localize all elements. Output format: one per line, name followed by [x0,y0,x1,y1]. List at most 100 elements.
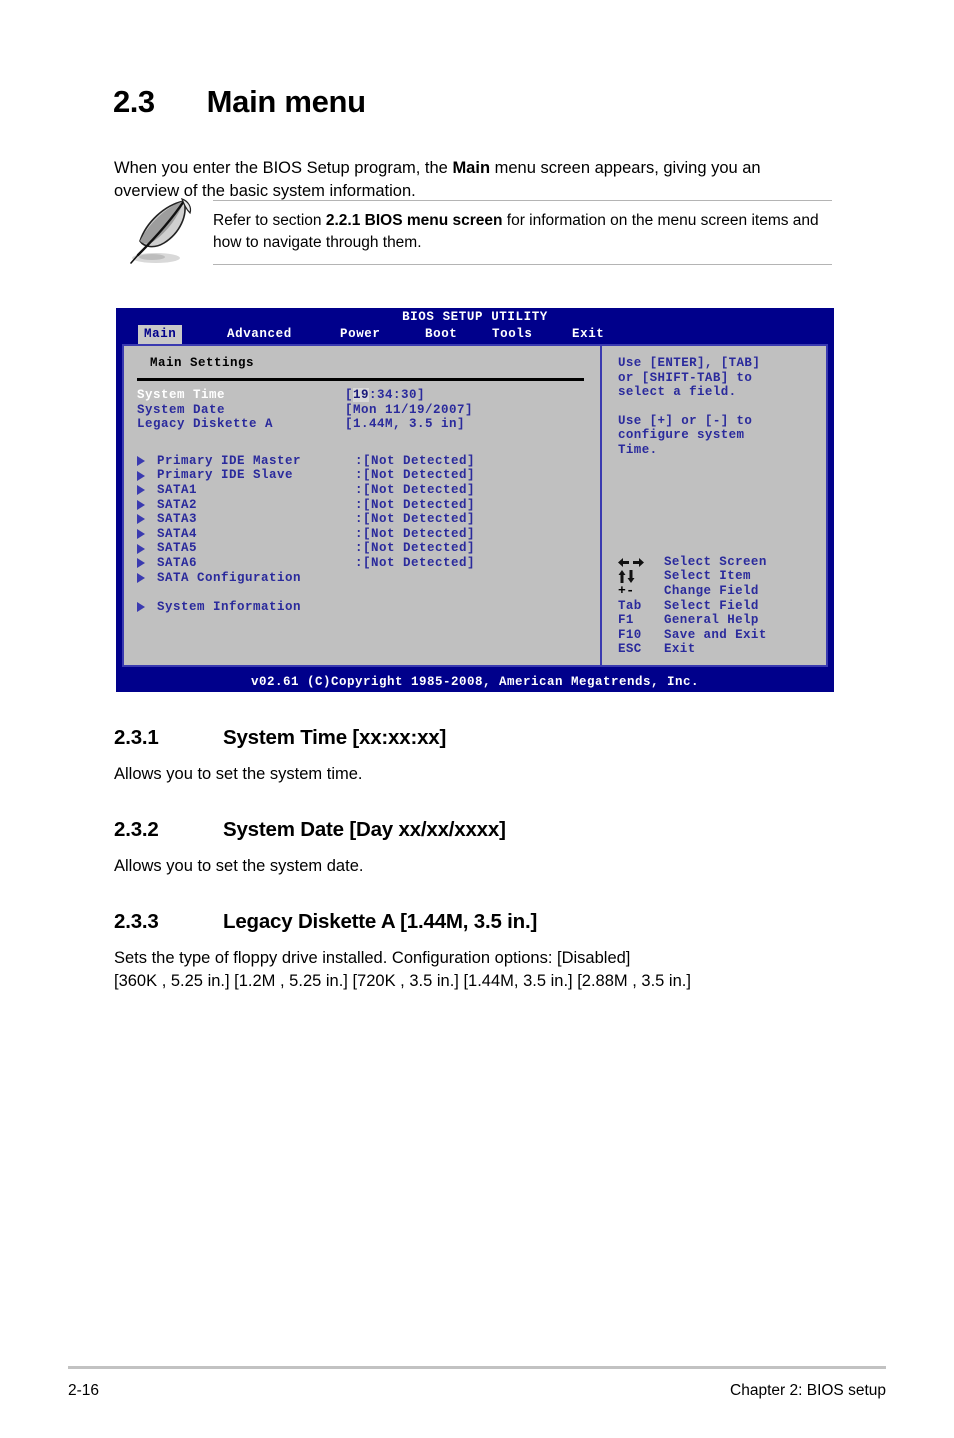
bios-menu-bar: Main Advanced Power Boot Tools Exit [116,325,834,344]
bios-item-value: :[Not Detected] [355,555,476,570]
bios-item-sata6[interactable]: SATA6 :[Not Detected] [124,556,600,571]
note-text-bold: 2.2.1 BIOS menu screen [325,212,503,229]
intro-text-before: When you enter the BIOS Setup program, t… [114,158,453,177]
bios-tab-advanced[interactable]: Advanced [221,325,298,344]
footer-divider [68,1366,886,1369]
bios-panel-divider [137,378,584,381]
bios-help-panel: Use [ENTER], [TAB] or [SHIFT-TAB] to sel… [602,346,826,665]
bios-item-value: :[Not Detected] [355,526,476,541]
bios-value-cursor-hour[interactable]: 19 [353,388,370,402]
subsection-title: Legacy Diskette A [1.44M, 3.5 in.] [223,910,538,933]
bios-item-label: SATA4 [157,526,198,541]
page-footer: 2-16 Chapter 2: BIOS setup [68,1382,886,1400]
triangle-right-icon [137,529,145,540]
bios-tab-main[interactable]: Main [138,325,183,344]
bios-item-label: SATA3 [157,512,198,527]
bios-field-value[interactable]: [Mon 11/19/2007] [345,403,473,418]
subsection-number: 2.3.2 [114,818,159,841]
bios-item-label: Primary IDE Master [157,453,302,468]
bios-item-primary-ide-slave[interactable]: Primary IDE Slave :[Not Detected] [124,468,600,483]
subsection-heading: 2.3.1 System Time [xx:xx:xx] [114,726,834,750]
bios-item-label: Primary IDE Slave [157,468,294,483]
triangle-right-icon [137,602,145,613]
triangle-right-icon [137,499,145,510]
bios-item-value: :[Not Detected] [355,512,476,527]
bios-field-label: System Date [137,402,226,417]
bios-field-list: System Time [19:34:30] System Date [Mon … [124,388,600,432]
bios-item-sata3[interactable]: SATA3 :[Not Detected] [124,512,600,527]
bios-item-value: :[Not Detected] [355,482,476,497]
legend-row-change-field: +- Change Field [618,583,803,599]
subsection-body: Sets the type of floppy drive installed.… [114,949,691,991]
left-right-arrows-glyph [618,557,644,567]
plus-minus-icon: +- [618,583,635,599]
subsection-system-time: 2.3.1 System Time [xx:xx:xx] Allows you … [114,726,834,786]
subsection-system-date: 2.3.2 System Date [Day xx/xx/xxxx] Allow… [114,818,834,878]
bios-tab-exit[interactable]: Exit [566,325,610,344]
triangle-right-icon [137,470,145,481]
note-text-before: Refer to section [213,212,326,229]
bios-item-value: :[Not Detected] [355,468,476,483]
bios-item-sata-configuration[interactable]: SATA Configuration [124,571,600,586]
section-title: Main menu [206,84,367,119]
bios-row-legacy-diskette-a[interactable]: Legacy Diskette A [1.44M, 3.5 in] [124,417,600,432]
legend-row-exit: ESC Exit [618,642,803,657]
bios-drive-list: Primary IDE Master :[Not Detected] Prima… [124,454,600,615]
bios-field-label: Legacy Diskette A [137,417,274,432]
note-bottom-rule [213,263,832,265]
tab-key-icon: Tab [618,598,642,613]
bios-field-value[interactable]: [19:34:30] [345,388,425,403]
bios-item-sata1[interactable]: SATA1 :[Not Detected] [124,483,600,498]
note-text: Refer to section 2.2.1 BIOS menu screen … [213,210,829,255]
legend-desc: Change Field [664,584,759,599]
legend-desc: Select Screen [664,554,767,569]
legend-row-select-field: Tab Select Field [618,599,803,614]
bios-panel-title: Main Settings [150,356,255,370]
up-down-arrows-glyph [618,570,635,584]
note-body: Refer to section 2.2.1 BIOS menu screen … [120,198,832,264]
intro-text-bold: Main [452,158,491,177]
bios-tab-tools[interactable]: Tools [486,325,539,344]
subsection-body: Allows you to set the system time. [114,765,363,783]
quill-pen-icon [130,198,192,264]
left-right-arrows-icon [618,557,664,568]
section-number: 2.3 [113,84,155,119]
subsection-number: 2.3.3 [114,910,159,933]
subsection-body: Allows you to set the system date. [114,857,364,875]
bios-item-sata5[interactable]: SATA5 :[Not Detected] [124,541,600,556]
legend-row-select-item: Select Item [618,569,803,584]
bios-help-paragraph-1: Use [ENTER], [TAB] or [SHIFT-TAB] to sel… [618,356,761,400]
subsection-heading: 2.3.2 System Date [Day xx/xx/xxxx] [114,818,834,842]
legend-row-select-screen: Select Screen [618,555,803,570]
bios-setup-screenshot: BIOS SETUP UTILITY Main Advanced Power B… [116,308,834,692]
f10-key-icon: F10 [618,627,642,642]
footer-chapter: Chapter 2: BIOS setup [730,1382,886,1399]
bios-item-label: SATA Configuration [157,570,302,585]
bios-content-area: Main Settings System Time [19:34:30] Sys… [122,344,828,667]
bios-tab-power[interactable]: Power [334,325,387,344]
bios-item-sata4[interactable]: SATA4 :[Not Detected] [124,527,600,542]
legend-desc: Select Item [664,569,751,584]
bios-item-sata2[interactable]: SATA2 :[Not Detected] [124,498,600,513]
bios-item-label: System Information [157,600,302,615]
subsection-legacy-diskette-a: 2.3.3 Legacy Diskette A [1.44M, 3.5 in.]… [114,910,834,994]
legend-desc: Select Field [664,598,759,613]
bios-utility-title: BIOS SETUP UTILITY [402,310,548,324]
bios-row-system-time[interactable]: System Time [19:34:30] [124,388,600,403]
legend-desc: Exit [664,642,696,657]
bios-item-system-information[interactable]: System Information [124,600,600,615]
bios-item-primary-ide-master[interactable]: Primary IDE Master :[Not Detected] [124,454,600,469]
subsection-heading: 2.3.3 Legacy Diskette A [1.44M, 3.5 in.] [114,910,834,934]
bios-field-value[interactable]: [1.44M, 3.5 in] [345,417,465,432]
triangle-right-icon [137,572,145,583]
bios-row-system-date[interactable]: System Date [Mon 11/19/2007] [124,403,600,418]
bios-value-bracket-open: [ [345,388,354,402]
triangle-right-icon [137,543,145,554]
legend-desc: General Help [664,613,759,628]
bios-help-spacer [618,400,826,414]
subsection-title: System Date [Day xx/xx/xxxx] [223,818,506,841]
bios-tab-boot[interactable]: Boot [419,325,463,344]
bios-item-value: :[Not Detected] [355,497,476,512]
legend-desc: Save and Exit [664,627,767,642]
page-title: 2.3 Main menu [113,84,366,120]
